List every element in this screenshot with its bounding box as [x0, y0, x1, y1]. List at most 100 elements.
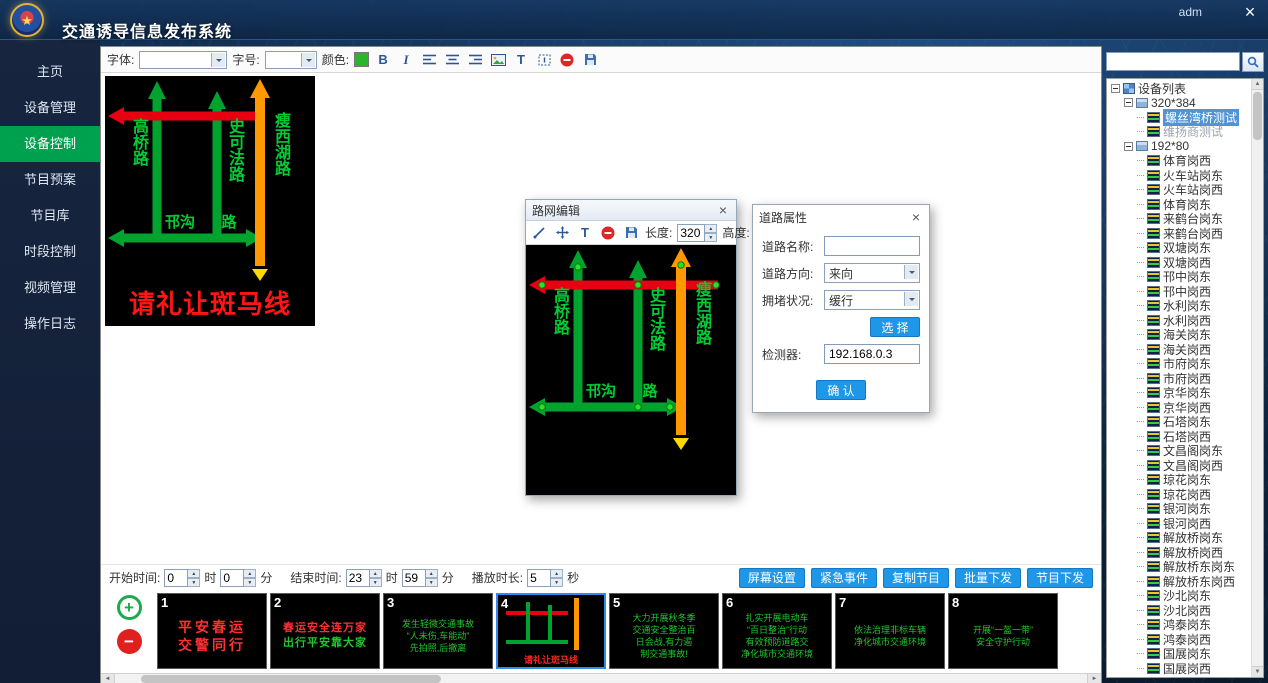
program-thumbnail[interactable]: 6 扎实开展电动车“百日整治”行动有效预防道路交净化城市交通环境 [722, 593, 832, 669]
end-minute-input[interactable] [402, 569, 426, 587]
road-direction-select[interactable]: 来向 [824, 263, 920, 283]
spinner-up-icon[interactable] [188, 569, 200, 578]
spinner-up-icon[interactable] [705, 224, 717, 233]
tree-expander-icon[interactable] [1124, 98, 1133, 107]
draw-line-icon[interactable] [530, 224, 548, 242]
scrollbar-track[interactable] [115, 674, 1087, 683]
tree-node[interactable]: 设备列表 [1109, 81, 1251, 96]
delete-icon[interactable] [558, 51, 576, 69]
sidebar-item[interactable]: 节目预案 [0, 162, 100, 198]
program-thumbnail[interactable]: 7 依法治理非标车辆净化城市交通环境 [835, 593, 945, 669]
spinner-down-icon[interactable] [426, 578, 438, 587]
spinner-down-icon[interactable] [244, 578, 256, 587]
tree-node-label: 国展岗西 [1163, 660, 1211, 677]
sidebar-item[interactable]: 设备管理 [0, 90, 100, 126]
device-icon [1147, 561, 1160, 572]
tree-node[interactable]: 国展岗西 [1109, 661, 1251, 676]
delete-icon[interactable] [599, 224, 617, 242]
led-preview[interactable]: 高桥路 史可法路 瘦西湖路 邗沟 路 请礼让斑马线 [105, 76, 315, 326]
detector-input[interactable] [824, 344, 920, 364]
spinner-down-icon[interactable] [705, 233, 717, 242]
font-size-label: 字号: [232, 51, 259, 68]
spinner-up-icon[interactable] [370, 569, 382, 578]
scroll-down-icon[interactable] [1252, 666, 1263, 677]
font-size-select[interactable] [265, 51, 317, 69]
search-button[interactable] [1242, 52, 1264, 72]
start-minute-input[interactable] [220, 569, 244, 587]
current-user[interactable]: adm [1179, 5, 1202, 19]
start-hour-input[interactable] [164, 569, 188, 587]
tree-connector [1137, 204, 1144, 205]
duration-label: 播放时长: [472, 569, 523, 586]
road-label-right: 瘦西湖路 [696, 280, 713, 347]
insert-image-icon[interactable] [489, 51, 507, 69]
playback-action-button[interactable]: 紧急事件 [811, 568, 877, 588]
congestion-select[interactable]: 缓行 [824, 290, 920, 310]
spinner-down-icon[interactable] [188, 578, 200, 587]
tree-expander-icon[interactable] [1111, 84, 1120, 93]
sidebar-item[interactable]: 操作日志 [0, 306, 100, 342]
sidebar-item[interactable]: 节目库 [0, 198, 100, 234]
align-center-icon[interactable] [443, 51, 461, 69]
align-right-icon[interactable] [466, 51, 484, 69]
spinner-up-icon[interactable] [551, 569, 563, 578]
program-thumbnail[interactable]: 3 发生轻微交通事故“人未伤,车能动”先拍照,后撤离 [383, 593, 493, 669]
playback-action-button[interactable]: 屏幕设置 [739, 568, 805, 588]
move-tool-icon[interactable] [553, 224, 571, 242]
delete-program-button[interactable]: − [117, 629, 142, 654]
color-swatch[interactable] [354, 52, 369, 67]
italic-button[interactable]: I [397, 51, 415, 69]
road-name-input[interactable] [824, 236, 920, 256]
sidebar-item[interactable]: 设备控制 [0, 126, 100, 162]
close-icon[interactable]: × [716, 202, 730, 218]
font-select[interactable] [139, 51, 227, 69]
fit-screen-icon[interactable] [535, 51, 553, 69]
sidebar-item[interactable]: 主页 [0, 54, 100, 90]
scrollbar-thumb[interactable] [141, 675, 441, 683]
scrollbar-thumb[interactable] [1253, 92, 1262, 140]
scroll-right-icon[interactable] [1087, 674, 1101, 683]
road-editor-canvas[interactable]: 高桥路 史可法路 瘦西湖路 邗沟 路 请礼让斑马线 [526, 245, 736, 495]
sidebar-item[interactable]: 时段控制 [0, 234, 100, 270]
tree-expander-icon[interactable] [1124, 142, 1133, 151]
text-tool-button[interactable]: T [576, 224, 594, 242]
text-tool-button[interactable]: T [512, 51, 530, 69]
close-icon[interactable]: × [1240, 2, 1260, 23]
program-thumbnail[interactable]: 2 春运安全连万家出行平安靠大家 [270, 593, 380, 669]
spinner-up-icon[interactable] [244, 569, 256, 578]
vertical-scrollbar[interactable] [1251, 79, 1263, 677]
device-icon [1147, 228, 1160, 239]
save-icon[interactable] [622, 224, 640, 242]
playback-action-button[interactable]: 批量下发 [955, 568, 1021, 588]
device-search-input[interactable] [1106, 52, 1240, 71]
program-thumbnail[interactable]: 8 开展“一盔一带”安全守护行动 [948, 593, 1058, 669]
playback-buttons: 屏幕设置 紧急事件 复制节目 批量下发 节目下发 [739, 568, 1093, 588]
dialog-title-bar[interactable]: 道路属性 × [753, 205, 929, 229]
spinner-down-icon[interactable] [370, 578, 382, 587]
playback-action-button[interactable]: 节目下发 [1027, 568, 1093, 588]
scroll-left-icon[interactable] [101, 674, 115, 683]
dialog-title-bar[interactable]: 路网编辑 × [526, 200, 736, 221]
program-thumbnail[interactable]: 4 请礼让斑马线 [496, 593, 606, 669]
horizontal-scrollbar[interactable] [101, 673, 1101, 683]
tree-node[interactable]: 维扬商测试 [1109, 125, 1251, 140]
program-thumbnail[interactable]: 5 大力开展秋冬季交通安全整治百日会战,有力遏制交通事故! [609, 593, 719, 669]
save-icon[interactable] [581, 51, 599, 69]
road-editor-toolbar: T 长度: 高度: [526, 221, 736, 245]
duration-input[interactable] [527, 569, 551, 587]
sidebar-item[interactable]: 视频管理 [0, 270, 100, 306]
length-input[interactable] [677, 224, 705, 242]
end-hour-input[interactable] [346, 569, 370, 587]
program-thumbnail[interactable]: 1 平安春运交警同行 [157, 593, 267, 669]
playback-action-button[interactable]: 复制节目 [883, 568, 949, 588]
spinner-down-icon[interactable] [551, 578, 563, 587]
spinner-up-icon[interactable] [426, 569, 438, 578]
add-program-button[interactable]: + [117, 595, 142, 620]
select-button[interactable]: 选 择 [870, 317, 920, 337]
close-icon[interactable]: × [909, 209, 923, 225]
scroll-up-icon[interactable] [1252, 79, 1263, 90]
bold-button[interactable]: B [374, 51, 392, 69]
confirm-button[interactable]: 确 认 [816, 380, 866, 400]
align-left-icon[interactable] [420, 51, 438, 69]
mini-road-caption: 请礼让斑马线 [498, 653, 604, 666]
